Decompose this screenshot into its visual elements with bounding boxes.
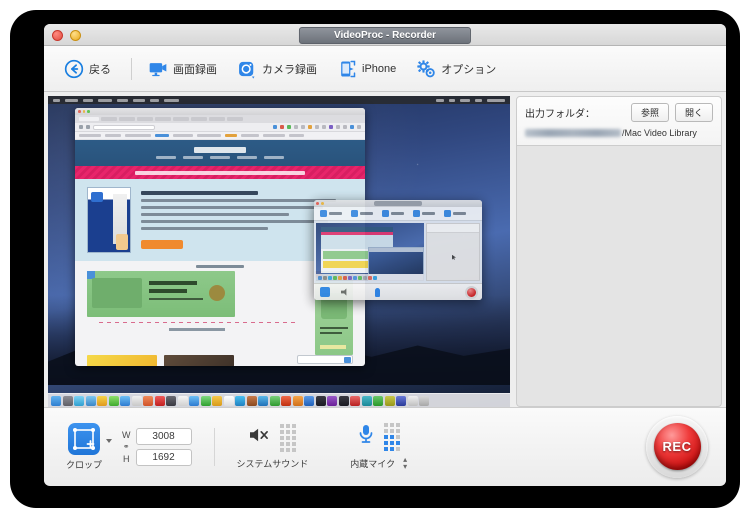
mouse-cursor-icon xyxy=(451,254,456,260)
website-article-cards xyxy=(75,355,365,366)
screen-preview[interactable] xyxy=(48,96,510,407)
dimensions-group: W ⚭ H 3008 1692 xyxy=(122,427,192,466)
nested-toolbar xyxy=(314,207,482,221)
system-sound-group: システムサウンド xyxy=(236,423,309,470)
camera-record-label: カメラ録画 xyxy=(262,63,317,76)
browse-button[interactable]: 参照 xyxy=(630,103,669,122)
mac-menu-bar xyxy=(48,96,510,104)
app-window: VideoProc - Recorder 戻る 画面録画 カメラ録画 iPhon… xyxy=(44,24,726,486)
bottom-toolbar: クロップ W ⚭ H 3008 1692 システムサウンド 内蔵マイク ▴ ▾ … xyxy=(44,407,726,485)
camera-record-icon xyxy=(237,59,257,79)
height-label: H xyxy=(123,453,130,464)
iphone-button[interactable]: iPhone xyxy=(331,56,402,82)
browser-bookmarks-bar xyxy=(75,132,365,140)
nested-file-panel xyxy=(426,223,480,281)
recorded-file-list[interactable] xyxy=(516,146,722,407)
crop-label: クロップ xyxy=(66,459,103,470)
gear-icon xyxy=(416,59,436,79)
nested-titlebar xyxy=(314,200,482,207)
crop-icon xyxy=(73,427,95,450)
height-input[interactable]: 1692 xyxy=(135,448,192,466)
article-card xyxy=(164,355,234,366)
output-path-row[interactable]: /Mac Video Library xyxy=(525,128,713,138)
system-sound-label: システムサウンド xyxy=(236,458,309,469)
microphone-icon[interactable] xyxy=(358,424,374,449)
width-label: W xyxy=(122,429,131,440)
output-panel: 出力フォルダ： 参照 開く /Mac Video Library xyxy=(516,96,722,407)
article-card xyxy=(87,355,157,366)
back-button-label: 戻る xyxy=(89,63,111,76)
title-bar: VideoProc - Recorder xyxy=(44,24,726,46)
options-label: オプション xyxy=(441,63,497,76)
chain-link-icon[interactable]: ⚭ xyxy=(123,442,130,451)
width-input[interactable]: 3008 xyxy=(135,427,192,445)
screen-record-icon xyxy=(148,59,168,79)
output-folder-label: 出力フォルダ： xyxy=(525,109,595,120)
stepper-updown-icon[interactable]: ▴ ▾ xyxy=(403,455,407,470)
iphone-label: iPhone xyxy=(362,62,397,75)
nested-recorder-window xyxy=(314,200,482,300)
main-toolbar: 戻る 画面録画 カメラ録画 iPhone オプション xyxy=(44,46,726,92)
caret-down-icon[interactable] xyxy=(106,438,113,443)
record-button[interactable]: REC xyxy=(653,423,701,470)
crop-group: クロップ xyxy=(66,422,113,471)
browser-titlebar xyxy=(75,108,365,115)
iphone-icon xyxy=(337,59,357,79)
screen-record-label: 画面録画 xyxy=(173,63,217,76)
output-folder-box: 出力フォルダ： 参照 開く /Mac Video Library xyxy=(516,96,722,146)
toolbar-separator xyxy=(131,57,132,80)
window-title: VideoProc - Recorder xyxy=(298,27,472,44)
back-button[interactable]: 戻る xyxy=(58,56,117,82)
device-frame: VideoProc - Recorder 戻る 画面録画 カメラ録画 iPhon… xyxy=(10,10,740,508)
mac-dock xyxy=(48,393,510,407)
options-button[interactable]: オプション xyxy=(410,56,502,82)
camera-record-button[interactable]: カメラ録画 xyxy=(231,56,323,82)
browser-urlbar xyxy=(75,123,365,132)
back-arrow-icon xyxy=(64,59,84,79)
book-cover-image xyxy=(87,187,131,253)
bottom-separator xyxy=(213,427,215,466)
redacted-path-segment xyxy=(525,129,621,137)
screen-record-button[interactable]: 画面録画 xyxy=(142,56,223,82)
website-search-box xyxy=(297,355,353,364)
microphone-level-meter xyxy=(383,422,400,451)
crop-button[interactable] xyxy=(68,422,100,455)
open-folder-button[interactable]: 開く xyxy=(674,103,713,122)
website-promo-banner xyxy=(75,166,365,179)
nested-preview xyxy=(316,223,424,281)
record-button-ring: REC xyxy=(646,415,708,478)
browser-tabbar xyxy=(75,115,365,123)
nested-bottombar xyxy=(314,283,482,300)
microphone-group: 内蔵マイク ▴ ▾ xyxy=(350,422,407,471)
speaker-muted-icon[interactable] xyxy=(248,426,270,449)
output-path-suffix: /Mac Video Library xyxy=(622,128,697,138)
green-ad-banner xyxy=(87,271,235,317)
close-window-button[interactable] xyxy=(52,30,63,41)
main-content: 出力フォルダ： 参照 開く /Mac Video Library xyxy=(44,92,726,407)
website-header xyxy=(75,140,365,166)
system-sound-level-meter xyxy=(280,423,297,452)
microphone-label: 内蔵マイク xyxy=(350,458,396,469)
minimize-window-button[interactable] xyxy=(70,30,81,41)
